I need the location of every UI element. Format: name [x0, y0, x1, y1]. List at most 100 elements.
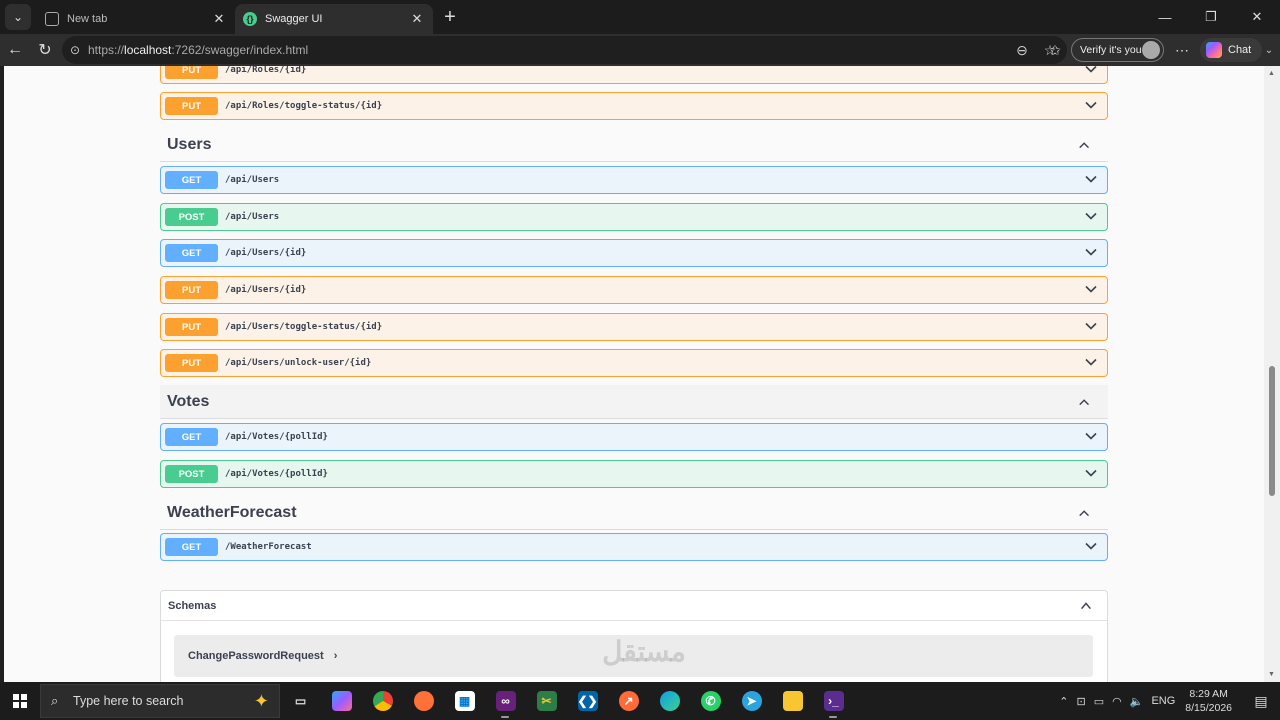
clock[interactable]: 8:29 AM 8/15/2026: [1185, 687, 1232, 715]
tag-name: Votes: [167, 392, 210, 410]
chevron-down-icon: [1085, 469, 1097, 477]
chrome-icon: [372, 691, 393, 711]
operation-path: /api/Roles/{id}: [225, 66, 307, 75]
tag-section-header[interactable]: Votes: [160, 385, 1108, 419]
new-tab-button[interactable]: +: [435, 2, 465, 32]
edge-app[interactable]: [649, 682, 690, 720]
chrome-app[interactable]: [362, 682, 403, 720]
back-button[interactable]: ←: [0, 36, 30, 64]
chevron-right-icon: ›: [333, 650, 338, 662]
meet-now-icon[interactable]: ⊡: [1077, 695, 1086, 708]
operation-row[interactable]: GET/api/Users/{id}: [160, 239, 1108, 267]
method-badge: POST: [165, 465, 218, 483]
more-menu-icon[interactable]: ⋯: [1172, 38, 1192, 62]
schemas-header[interactable]: Schemas: [161, 591, 1107, 621]
method-badge: PUT: [165, 97, 218, 115]
close-window-icon[interactable]: ✕: [1234, 0, 1280, 34]
watermark-latin: mostaql.com: [564, 672, 724, 682]
operation-path: /api/Votes/{pollId}: [225, 432, 328, 442]
operation-row[interactable]: PUT/api/Roles/toggle-status/{id}: [160, 92, 1108, 120]
tab-swagger-ui[interactable]: {} Swagger UI ✕: [235, 4, 433, 34]
schemas-title: Schemas: [168, 599, 217, 612]
operation-path: /api/Users: [225, 175, 280, 185]
snipping-tool-app[interactable]: ✂: [526, 682, 567, 720]
terminal-app[interactable]: ›_: [813, 682, 854, 720]
page-scrollbar[interactable]: ▲ ▼: [1264, 66, 1280, 682]
copilot-icon: [331, 691, 352, 711]
site-info-icon[interactable]: ⊙: [70, 43, 88, 57]
operation-row[interactable]: PUT/api/Users/toggle-status/{id}: [160, 313, 1108, 341]
battery-icon[interactable]: ▭: [1094, 695, 1104, 708]
operation-row[interactable]: GET/api/Votes/{pollId}: [160, 423, 1108, 451]
scroll-down-icon[interactable]: ▼: [1268, 671, 1275, 678]
visual-studio-app[interactable]: ∞: [485, 682, 526, 720]
method-badge: PUT: [165, 354, 218, 372]
operation-path: /WeatherForecast: [225, 542, 312, 552]
url-host: localhost: [124, 43, 172, 57]
chevron-down-icon: [1085, 101, 1097, 109]
restore-icon[interactable]: ❐: [1188, 0, 1234, 34]
operation-row[interactable]: GET/api/Users: [160, 166, 1108, 194]
operation-row[interactable]: PUT/api/Users/unlock-user/{id}: [160, 349, 1108, 377]
operation-row[interactable]: PUT/api/Users/{id}: [160, 276, 1108, 304]
clock-time: 8:29 AM: [1189, 688, 1228, 700]
method-badge: PUT: [165, 66, 218, 79]
operation-row[interactable]: PUT/api/Roles/{id}: [160, 66, 1108, 84]
refresh-icon: ↻: [38, 42, 52, 59]
chevron-down-icon[interactable]: ⌄: [1262, 38, 1276, 62]
operation-row[interactable]: GET/WeatherForecast: [160, 533, 1108, 561]
taskbar-search-box[interactable]: ⌕ Type here to search ✦: [40, 684, 280, 718]
method-badge: GET: [165, 171, 218, 189]
copilot-chat-button[interactable]: Chat: [1200, 38, 1262, 62]
whatsapp-app[interactable]: ✆: [690, 682, 731, 720]
store-app[interactable]: ▦: [444, 682, 485, 720]
visual-studio-icon: ∞: [495, 691, 516, 711]
vscode-app[interactable]: ❮❯: [567, 682, 608, 720]
address-bar[interactable]: ⊙ https://localhost:7262/swagger/index.h…: [62, 36, 1067, 64]
refresh-button[interactable]: ↻: [30, 36, 60, 64]
language-indicator[interactable]: ENG: [1151, 695, 1175, 707]
chevron-down-icon: [1085, 358, 1097, 366]
firefox-app[interactable]: [403, 682, 444, 720]
operation-path: /api/Users: [225, 212, 280, 222]
scroll-up-icon[interactable]: ▲: [1268, 70, 1275, 77]
tab-actions-menu-button[interactable]: ⌄: [5, 4, 31, 30]
tab-title: Swagger UI: [265, 13, 323, 25]
close-tab-icon[interactable]: ✕: [211, 11, 227, 27]
telegram-icon: ➤: [741, 691, 762, 711]
zoom-icon[interactable]: ⊖: [1011, 42, 1033, 59]
start-button[interactable]: [0, 682, 40, 720]
terminal-icon: ›_: [823, 691, 844, 711]
system-tray: ⌃ ⊡ ▭ ◠ 🔈 ENG 8:29 AM 8/15/2026 ▤: [1055, 682, 1280, 720]
scrollbar-thumb[interactable]: [1269, 366, 1275, 496]
operation-row[interactable]: POST/api/Votes/{pollId}: [160, 460, 1108, 488]
task-view-button[interactable]: ▭: [280, 682, 321, 720]
watermark: مستقل mostaql.com: [564, 632, 724, 682]
favorites-icon[interactable]: ✩: [1044, 36, 1066, 64]
postman-app[interactable]: ↗: [608, 682, 649, 720]
chevron-down-icon: [1085, 212, 1097, 220]
volume-icon[interactable]: 🔈: [1130, 695, 1144, 708]
copilot-app[interactable]: [321, 682, 362, 720]
operation-row[interactable]: POST/api/Users: [160, 203, 1108, 231]
tab-title: New tab: [67, 13, 108, 25]
telegram-app[interactable]: ➤: [731, 682, 772, 720]
file-explorer-app[interactable]: [772, 682, 813, 720]
chevron-up-icon: [1079, 510, 1089, 517]
method-badge: PUT: [165, 281, 218, 299]
close-tab-icon[interactable]: ✕: [409, 11, 425, 27]
tab-new-tab[interactable]: New tab ✕: [37, 4, 235, 34]
tag-section-header[interactable]: Users: [160, 128, 1108, 162]
wifi-icon[interactable]: ◠: [1112, 695, 1122, 708]
chevron-up-icon[interactable]: ⌃: [1059, 695, 1068, 708]
tag-section-header[interactable]: WeatherForecast: [160, 496, 1108, 530]
chevron-down-icon: [1085, 248, 1097, 256]
plus-icon: +: [444, 5, 456, 28]
sparkle-icon: ✦: [253, 691, 269, 711]
verify-profile-button[interactable]: Verify it's you: [1071, 38, 1164, 62]
notifications-icon[interactable]: ▤: [1246, 693, 1276, 710]
minimize-icon[interactable]: —: [1142, 0, 1188, 34]
chevron-down-icon: [1085, 322, 1097, 330]
operation-path: /api/Users/{id}: [225, 285, 307, 295]
edge-icon: [659, 691, 680, 711]
